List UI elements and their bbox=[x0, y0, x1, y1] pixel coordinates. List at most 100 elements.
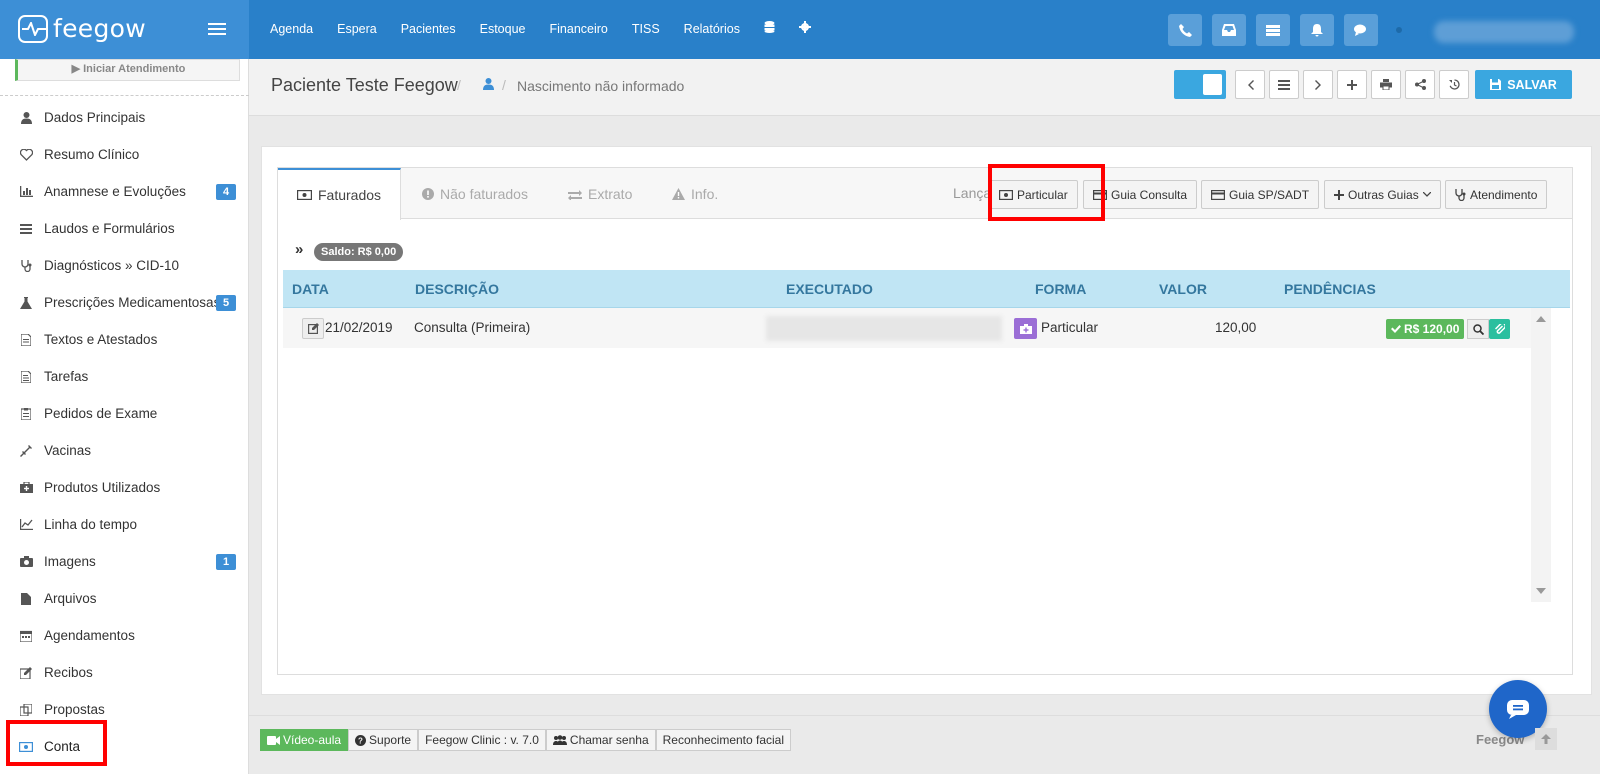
top-bar: feegow Agenda Espera Pacientes Estoque F… bbox=[0, 0, 1600, 59]
bell-icon[interactable] bbox=[1300, 14, 1334, 46]
sidebar-item-label: Tarefas bbox=[44, 369, 89, 384]
card-icon[interactable] bbox=[1256, 14, 1290, 46]
inbox-icon[interactable] bbox=[1212, 14, 1246, 46]
sidebar-item-label: Imagens bbox=[44, 554, 96, 569]
menu-toggle-icon[interactable] bbox=[208, 23, 226, 36]
footer-buttons: Vídeo-aula ? Suporte Feegow Clinic : v. 7… bbox=[260, 729, 792, 751]
pending-amount-badge[interactable]: R$ 120,00 bbox=[1386, 319, 1465, 339]
tab-faturados[interactable]: Faturados bbox=[278, 168, 402, 220]
tab-info[interactable]: Info. bbox=[672, 168, 718, 220]
chamar-senha-button[interactable]: Chamar senha bbox=[545, 729, 656, 751]
print-button[interactable] bbox=[1371, 70, 1401, 99]
settings-gear-icon[interactable] bbox=[798, 21, 811, 36]
nav-agenda[interactable]: Agenda bbox=[270, 22, 313, 36]
previous-button[interactable] bbox=[1235, 70, 1265, 99]
sidebar-item-vacinas[interactable]: Vacinas bbox=[0, 432, 249, 469]
history-button[interactable] bbox=[1439, 70, 1469, 99]
sidebar-item-label: Agendamentos bbox=[44, 628, 135, 643]
sidebar-item-label: Diagnósticos » CID-10 bbox=[44, 258, 180, 273]
view-toggle[interactable] bbox=[1174, 70, 1226, 99]
tab-label: Não faturados bbox=[440, 186, 528, 202]
add-button[interactable] bbox=[1337, 70, 1367, 99]
sidebar-item-arquivos[interactable]: Arquivos bbox=[0, 580, 249, 617]
suporte-button[interactable]: ? Suporte bbox=[348, 729, 419, 751]
sidebar-item-label: Textos e Atestados bbox=[44, 332, 158, 347]
document-icon bbox=[19, 333, 33, 347]
tab-extrato[interactable]: Extrato bbox=[568, 168, 632, 220]
pending-amount: R$ 120,00 bbox=[1404, 322, 1460, 336]
sidebar-item-recibos[interactable]: Recibos bbox=[0, 654, 249, 691]
save-button[interactable]: SALVAR bbox=[1475, 70, 1572, 99]
next-button[interactable] bbox=[1303, 70, 1333, 99]
birth-info: Nascimento não informado bbox=[517, 78, 685, 94]
toggle-knob bbox=[1203, 74, 1222, 95]
nav-pacientes[interactable]: Pacientes bbox=[401, 22, 456, 36]
column-header: VALOR bbox=[1159, 281, 1207, 297]
nav-tiss[interactable]: TISS bbox=[632, 22, 660, 36]
cell-valor: 120,00 bbox=[1215, 320, 1257, 335]
nav-relatorios[interactable]: Relatórios bbox=[684, 22, 740, 36]
sidebar-item-agendamentos[interactable]: Agendamentos bbox=[0, 617, 249, 654]
column-header: DATA bbox=[292, 281, 329, 297]
sidebar-item-pedidos-exame[interactable]: Pedidos de Exame bbox=[0, 395, 249, 432]
svg-text:?: ? bbox=[358, 736, 363, 745]
chat-icon[interactable] bbox=[1344, 14, 1378, 46]
reconhecimento-facial-button[interactable]: Reconhecimento facial bbox=[655, 729, 792, 751]
sidebar-item-linha-tempo[interactable]: Linha do tempo bbox=[0, 506, 249, 543]
column-header: EXECUTADO bbox=[786, 281, 873, 297]
sidebar-item-textos[interactable]: Textos e Atestados bbox=[0, 321, 249, 358]
guia-sadt-button[interactable]: Guia SP/SADT bbox=[1201, 180, 1320, 209]
sidebar-item-produtos[interactable]: Produtos Utilizados bbox=[0, 469, 249, 506]
edit-row-button[interactable] bbox=[302, 318, 324, 339]
page-header: Paciente Teste Feegow / / Nascimento não… bbox=[249, 59, 1600, 116]
list-button[interactable] bbox=[1269, 70, 1299, 99]
scroll-to-top-icon[interactable] bbox=[1535, 728, 1557, 750]
cell-descricao: Consulta (Primeira) bbox=[414, 320, 531, 335]
sidebar-item-prescricoes[interactable]: Prescrições Medicamentosas 5 bbox=[0, 284, 249, 321]
atendimento-button[interactable]: Atendimento bbox=[1445, 180, 1548, 209]
phone-icon[interactable] bbox=[1168, 14, 1202, 46]
sidebar-item-tarefas[interactable]: Tarefas bbox=[0, 358, 249, 395]
database-icon[interactable] bbox=[764, 21, 775, 36]
sidebar-item-resumo-clinico[interactable]: Resumo Clínico bbox=[0, 136, 249, 173]
brand[interactable]: feegow bbox=[0, 0, 249, 59]
sidebar-item-label: Propostas bbox=[44, 702, 105, 717]
share-button[interactable] bbox=[1405, 70, 1435, 99]
scroll-up-icon[interactable] bbox=[1536, 316, 1546, 322]
sidebar-item-label: Pedidos de Exame bbox=[44, 406, 158, 421]
nav-financeiro[interactable]: Financeiro bbox=[550, 22, 608, 36]
stethoscope-icon bbox=[19, 259, 33, 273]
bar-chart-icon bbox=[19, 185, 33, 199]
sidebar-item-imagens[interactable]: Imagens 1 bbox=[0, 543, 249, 580]
table-row[interactable]: 21/02/2019 Consulta (Primeira) Particula… bbox=[283, 308, 1531, 348]
nav-estoque[interactable]: Estoque bbox=[480, 22, 526, 36]
paperclip-icon[interactable] bbox=[1489, 319, 1510, 339]
start-attendance-button[interactable]: ▶ Iniciar Atendimento bbox=[15, 59, 240, 81]
logo-icon bbox=[18, 15, 48, 43]
chevron-down-icon bbox=[1422, 192, 1431, 197]
edit-icon bbox=[19, 666, 33, 680]
expand-arrow[interactable]: » bbox=[295, 241, 303, 258]
zoom-icon[interactable] bbox=[1467, 319, 1489, 339]
outras-guias-dropdown[interactable]: Outras Guias bbox=[1324, 180, 1441, 209]
medkit-icon[interactable] bbox=[1014, 318, 1037, 339]
nav-espera[interactable]: Espera bbox=[337, 22, 377, 36]
sidebar-item-dados-principais[interactable]: Dados Principais bbox=[0, 99, 249, 136]
content-panel: Faturados Não faturados Extrato Info. La… bbox=[261, 146, 1592, 695]
breadcrumb-separator: / bbox=[457, 77, 461, 93]
tab-nao-faturados[interactable]: Não faturados bbox=[422, 168, 528, 220]
sidebar-item-anamnese[interactable]: Anamnese e Evoluções 4 bbox=[0, 173, 249, 210]
sidebar-item-diagnosticos[interactable]: Diagnósticos » CID-10 bbox=[0, 247, 249, 284]
user-icon bbox=[19, 111, 33, 125]
video-aula-button[interactable]: Vídeo-aula bbox=[260, 729, 349, 751]
sidebar-item-label: Dados Principais bbox=[44, 110, 146, 125]
patient-name: Paciente Teste Feegow bbox=[271, 75, 458, 95]
cell-data: 21/02/2019 bbox=[325, 320, 393, 335]
table-scrollbar[interactable] bbox=[1531, 308, 1551, 602]
bottom-bar: Vídeo-aula ? Suporte Feegow Clinic : v. 7… bbox=[249, 715, 1600, 774]
top-icon-group bbox=[1168, 14, 1388, 46]
scroll-down-icon[interactable] bbox=[1536, 588, 1546, 594]
user-menu[interactable] bbox=[1434, 21, 1574, 43]
sidebar-item-laudos[interactable]: Laudos e Formulários bbox=[0, 210, 249, 247]
account-tab-panel: Faturados Não faturados Extrato Info. La… bbox=[277, 167, 1573, 675]
